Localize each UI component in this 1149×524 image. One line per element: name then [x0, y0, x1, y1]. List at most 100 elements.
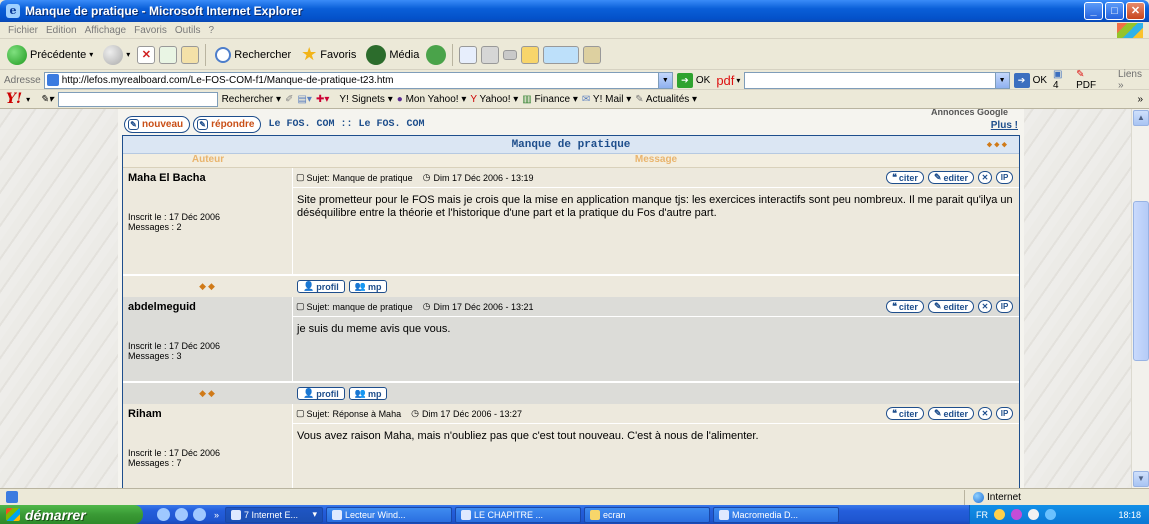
favorites-button[interactable]: ★ Favoris — [298, 43, 359, 67]
ip-button[interactable]: IP — [996, 171, 1013, 184]
search-button[interactable]: Rechercher — [212, 43, 294, 67]
back-button[interactable]: Précédente ▾ — [4, 43, 96, 67]
folder-icon[interactable] — [521, 45, 540, 64]
news-button[interactable]: ✎ Actualités ▾ — [635, 94, 697, 105]
scroll-up-icon[interactable]: ▲ — [1133, 110, 1149, 126]
history-icon[interactable] — [426, 44, 447, 65]
edit-button[interactable]: ✎ editer — [927, 407, 974, 420]
pdf-ok-button[interactable]: ➔ OK — [1013, 72, 1047, 88]
profile-button[interactable]: 👤 profil — [297, 387, 345, 400]
task-word-document[interactable]: LE CHAPITRE ... — [455, 506, 582, 523]
status-bar: Internet — [0, 488, 1149, 505]
edit-icon[interactable] — [503, 49, 518, 60]
pm-button[interactable]: 👥 mp — [348, 280, 388, 293]
yahoo-search-input[interactable] — [57, 91, 218, 107]
pdf-dropdown-icon[interactable]: ▾ — [736, 76, 740, 85]
ip-button[interactable]: IP — [996, 407, 1013, 420]
google-ads-label[interactable]: Annonces Google — [931, 109, 1008, 117]
post-author[interactable]: Riham — [128, 408, 287, 420]
delete-button[interactable]: ✕ — [978, 300, 992, 313]
highlight-icon[interactable]: ✐ — [285, 94, 293, 105]
pdf-button[interactable]: ✎ PDF — [1076, 69, 1106, 91]
menu-help[interactable]: ? — [208, 25, 214, 36]
yahoo-mail-button[interactable]: ✉ Y! Mail ▾ — [582, 94, 631, 105]
maximize-button[interactable]: □ — [1105, 2, 1124, 20]
toolbar-chevron-icon[interactable]: » — [1137, 94, 1143, 105]
finance-button[interactable]: ▥ Finance ▾ — [522, 94, 578, 105]
quicklaunch-chevron-icon[interactable]: » — [214, 510, 219, 520]
start-button[interactable]: démarrer — [0, 505, 143, 524]
new-topic-button[interactable]: ✎ nouveau — [124, 116, 191, 133]
post-nav-arrows-icon[interactable]: ◆◆ — [123, 388, 293, 399]
menu-favoris[interactable]: Favoris — [134, 25, 167, 36]
antispy-icon[interactable]: ✚▾ — [316, 94, 329, 105]
go-button[interactable]: ➔ OK — [676, 72, 710, 88]
yahoo-logo[interactable]: Y! — [6, 91, 22, 107]
media-button[interactable]: Média — [363, 43, 422, 67]
scroll-down-icon[interactable]: ▼ — [1133, 471, 1149, 487]
scroll-thumb[interactable] — [1133, 201, 1149, 361]
ip-button[interactable]: IP — [996, 300, 1013, 313]
yahoo-search-button[interactable]: Rechercher ▾ — [222, 94, 282, 105]
menu-outils[interactable]: Outils — [175, 25, 201, 36]
menu-edition[interactable]: Edition — [46, 25, 77, 36]
menu-fichier[interactable]: Fichier — [8, 25, 38, 36]
quicklaunch-ie-icon[interactable] — [157, 508, 170, 521]
edit-button[interactable]: ✎ editer — [927, 171, 974, 184]
quote-button[interactable]: ❝ citer — [886, 407, 924, 420]
yahoo-bookmarks-button[interactable]: Y! Signets ▾ — [339, 94, 392, 105]
edit-button[interactable]: ✎ editer — [927, 300, 974, 313]
reply-button[interactable]: ✎ répondre — [193, 116, 262, 133]
task-folder-ecran[interactable]: ecran — [584, 506, 711, 523]
my-yahoo-button[interactable]: ● Mon Yahoo! ▾ — [397, 94, 467, 105]
forward-button[interactable]: ▾ — [100, 43, 133, 67]
breadcrumb[interactable]: Le FOS. COM :: Le FOS. COM — [268, 119, 424, 130]
quote-button[interactable]: ❝ citer — [886, 171, 924, 184]
delete-button[interactable]: ✕ — [978, 407, 992, 420]
language-indicator[interactable]: FR — [976, 510, 988, 520]
quicklaunch-media-icon[interactable] — [193, 508, 206, 521]
task-media-player[interactable]: Lecteur Wind... — [326, 506, 453, 523]
yahoo-button[interactable]: Y Yahoo! ▾ — [470, 94, 518, 105]
tray-network-icon[interactable] — [1028, 509, 1039, 520]
minimize-button[interactable]: _ — [1084, 2, 1103, 20]
close-button[interactable]: ✕ — [1126, 2, 1145, 20]
vertical-scrollbar[interactable]: ▲ ▼ — [1131, 109, 1149, 488]
tray-messenger-icon[interactable] — [1011, 509, 1022, 520]
menu-affichage[interactable]: Affichage — [85, 25, 127, 36]
tray-help-icon[interactable] — [994, 509, 1005, 520]
pencil-icon[interactable]: ✎▾ — [40, 94, 53, 105]
plus-link[interactable]: Plus ! — [991, 120, 1018, 131]
pdf-search-input[interactable]: ▼ — [744, 71, 1010, 89]
refresh-icon[interactable] — [159, 45, 178, 64]
post-row: abdelmeguid Inscrit le : 17 Déc 2006 Mes… — [123, 297, 1019, 382]
post-author[interactable]: abdelmeguid — [128, 301, 287, 313]
task-macromedia[interactable]: Macromedia D... — [713, 506, 840, 523]
author-column-header: Auteur — [191, 154, 225, 165]
print-icon[interactable] — [481, 45, 500, 64]
pdf-dropdown-arrow-icon[interactable]: ▼ — [994, 72, 1009, 88]
layout-icon[interactable]: ▤▾ — [297, 94, 311, 105]
delete-button[interactable]: ✕ — [978, 171, 992, 184]
pm-button[interactable]: 👥 mp — [348, 387, 388, 400]
post-message-cell: ▢ Sujet: manque de pratique ◷ Dim 17 Déc… — [293, 297, 1019, 381]
quicklaunch-outlook-icon[interactable] — [175, 508, 188, 521]
profile-button[interactable]: 👤 profil — [297, 280, 345, 293]
messenger-icon[interactable] — [543, 45, 580, 64]
post-nav-arrows-icon[interactable]: ◆◆ — [123, 281, 293, 292]
links-button[interactable]: Liens » — [1118, 69, 1149, 91]
home-icon[interactable] — [181, 45, 200, 64]
topic-header: Manque de pratique ◆◆◆ — [123, 136, 1019, 154]
topic-nav-arrows-icon[interactable]: ◆◆◆ — [987, 136, 1009, 154]
edit-icon: ✎ — [933, 301, 942, 311]
post-author[interactable]: Maha El Bacha — [128, 172, 287, 184]
research-icon[interactable] — [583, 45, 602, 64]
task-internet-explorer[interactable]: 7 Internet E... ▾ — [225, 506, 324, 523]
address-dropdown-icon[interactable]: ▼ — [657, 72, 672, 88]
mail-icon[interactable] — [459, 45, 478, 64]
stop-icon[interactable]: ✕ — [137, 45, 156, 64]
quote-button[interactable]: ❝ citer — [886, 300, 924, 313]
tray-volume-icon[interactable] — [1045, 509, 1056, 520]
yahoo-menu-icon[interactable]: ▾ — [26, 95, 30, 104]
address-input[interactable]: http://lefos.myrealboard.com/Le-FOS-COM-… — [43, 71, 673, 89]
